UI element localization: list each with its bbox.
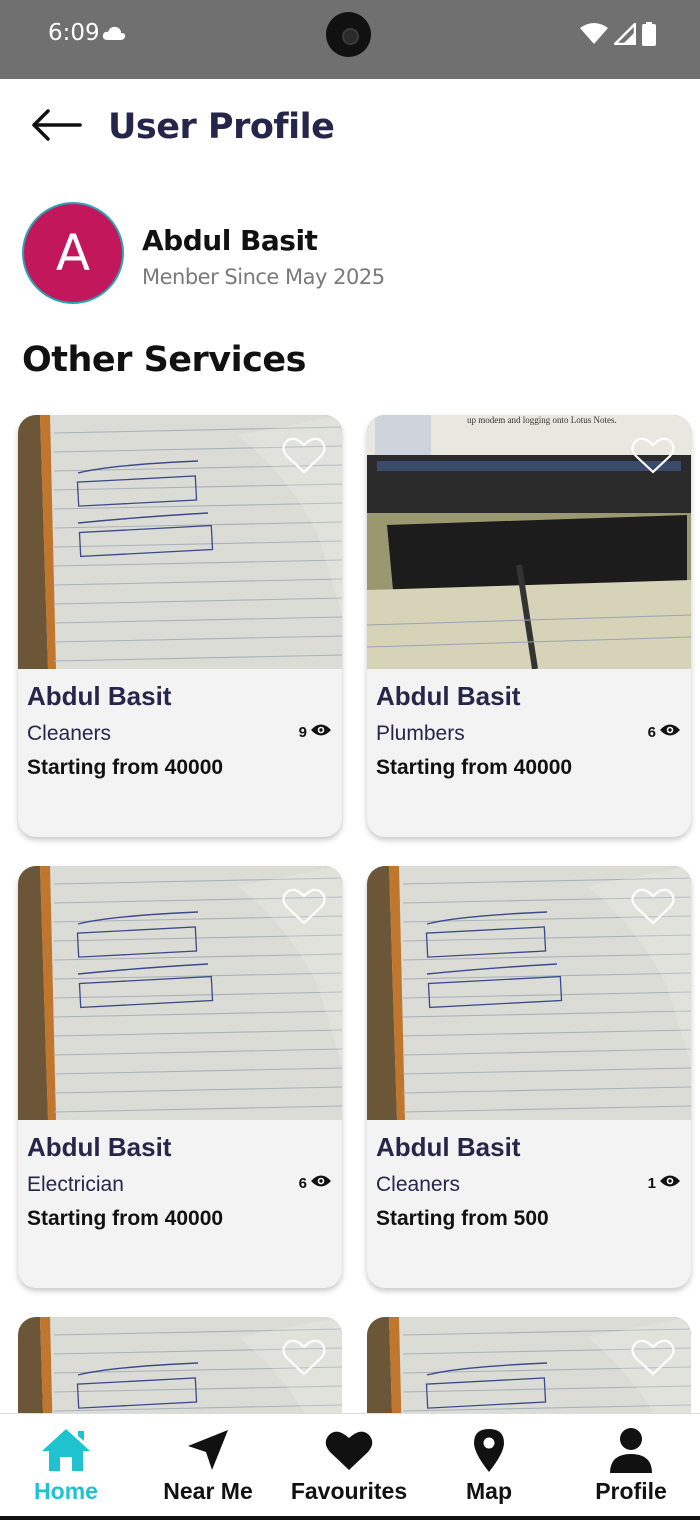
service-price: Starting from 40000 [27, 1207, 224, 1230]
view-count-number: 9 [298, 723, 307, 741]
favourite-heart-icon[interactable] [282, 1337, 326, 1377]
view-count-number: 6 [298, 1174, 307, 1192]
view-count-number: 6 [647, 723, 656, 741]
home-icon [40, 1426, 92, 1474]
back-button[interactable] [28, 103, 84, 147]
favourite-heart-icon[interactable] [631, 886, 675, 926]
service-provider-name: Abdul Basit [376, 1132, 521, 1162]
view-count-number: 1 [647, 1174, 656, 1192]
battery-icon [642, 22, 656, 51]
status-bar: 6:09 [0, 0, 700, 79]
service-provider-name: Abdul Basit [27, 681, 172, 711]
profile-name: Abdul Basit [142, 224, 318, 257]
status-time: 6:09 [48, 20, 100, 46]
service-card[interactable]: Abdul Basit Electrician Starting from 4000… [18, 866, 342, 1288]
nav-label-favourites: Favourites [290, 1478, 408, 1504]
nav-label-profile: Profile [595, 1478, 667, 1504]
service-card[interactable]: Abdul Basit Cleaners Starting from 40000 9 [18, 415, 342, 837]
service-card[interactable]: Abdul Basit Plumbers Starting from 40000 6 u… [367, 415, 691, 837]
status-icons [580, 20, 656, 51]
back-arrow-icon [32, 109, 82, 141]
service-provider-name: Abdul Basit [27, 1132, 172, 1162]
signal-icon [611, 20, 637, 50]
cloud-icon [102, 25, 126, 46]
view-count: 1 [648, 1174, 681, 1192]
nav-map[interactable]: Map [419, 1426, 559, 1516]
nav-label-home: Home [34, 1478, 98, 1504]
service-category: Cleaners [27, 722, 112, 745]
member-since: Menber Since May 2025 [142, 265, 385, 289]
profile-header: A Abdul Basit Menber Since May 2025 [22, 202, 682, 304]
navigation-arrow-icon [186, 1426, 230, 1474]
person-icon [608, 1426, 654, 1474]
service-provider-name: Abdul Basit [376, 681, 521, 711]
view-count: 6 [648, 723, 681, 741]
bottom-navigation: Home Near Me Favourites Map Profile [0, 1413, 700, 1520]
page-title: User Profile [108, 107, 335, 147]
service-category: Cleaners [376, 1173, 461, 1196]
eye-icon [659, 1174, 681, 1192]
wifi-icon [580, 23, 608, 50]
eye-icon [310, 723, 332, 741]
service-card[interactable]: Abdul Basit Cleaners Starting from 500 1 [367, 866, 691, 1288]
avatar: A [22, 202, 124, 304]
front-camera [326, 12, 371, 57]
eye-icon [659, 723, 681, 741]
app-bar: User Profile [0, 79, 700, 179]
service-price: Starting from 500 [376, 1207, 549, 1230]
map-pin-icon [472, 1426, 506, 1474]
section-title: Other Services [22, 340, 306, 380]
favourite-heart-icon[interactable] [282, 435, 326, 475]
nav-favourites[interactable]: Favourites [279, 1426, 419, 1516]
favourite-heart-icon[interactable] [282, 886, 326, 926]
view-count: 6 [299, 1174, 332, 1192]
service-category: Electrician [27, 1173, 124, 1196]
eye-icon [310, 1174, 332, 1192]
image-caption-text: up modem and logging onto Lotus Notes. [467, 415, 617, 425]
service-category: Plumbers [376, 722, 465, 745]
nav-home[interactable]: Home [0, 1426, 136, 1516]
service-price: Starting from 40000 [27, 756, 224, 779]
view-count: 9 [299, 723, 332, 741]
nav-label-near-me: Near Me [163, 1478, 253, 1504]
nav-near-me[interactable]: Near Me [138, 1426, 278, 1516]
nav-profile[interactable]: Profile [561, 1426, 700, 1516]
nav-label-map: Map [466, 1478, 512, 1504]
heart-icon [325, 1426, 373, 1474]
favourite-heart-icon[interactable] [631, 435, 675, 475]
service-price: Starting from 40000 [376, 756, 573, 779]
favourite-heart-icon[interactable] [631, 1337, 675, 1377]
